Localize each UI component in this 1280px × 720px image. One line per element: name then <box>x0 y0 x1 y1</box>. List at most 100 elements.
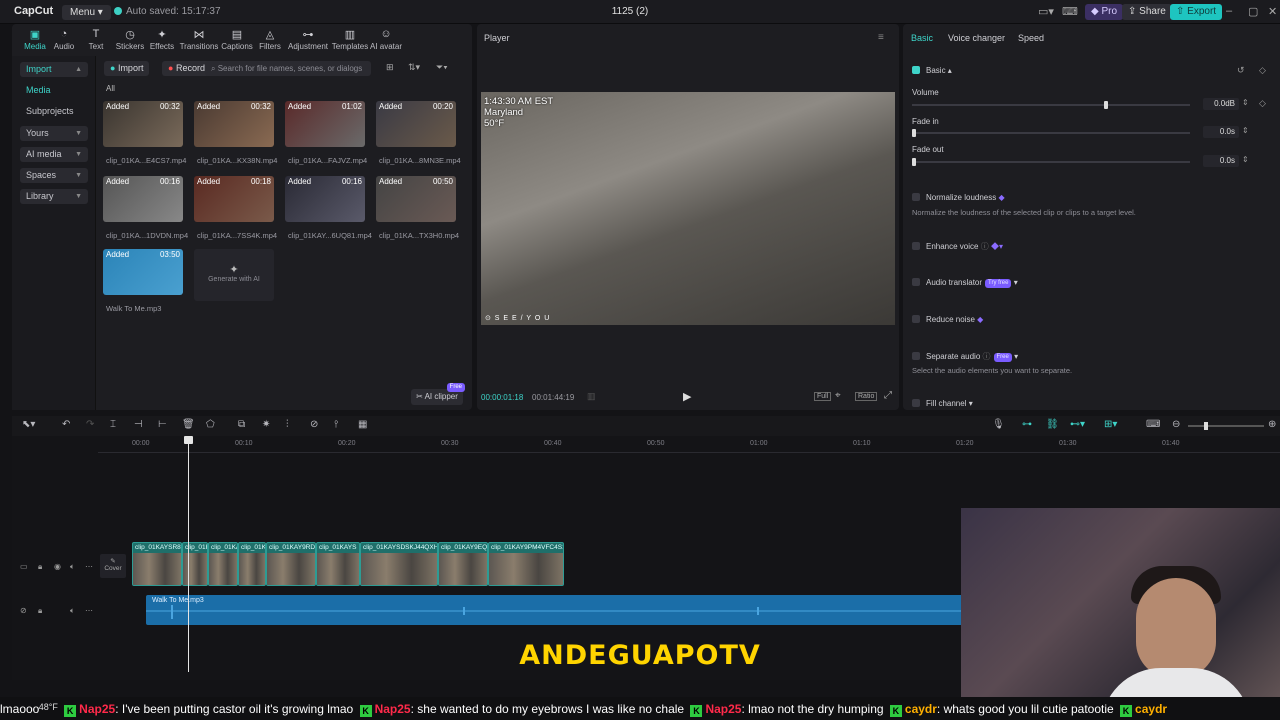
tab-speed[interactable]: Speed <box>1018 33 1044 43</box>
video-clip[interactable]: clip_01KAY9PM4VFC4S1 <box>488 542 564 586</box>
sidebar-item-library[interactable]: Library ▼ <box>20 189 88 204</box>
menu-button[interactable]: Menu ▾ <box>62 5 111 20</box>
grid-view-icon[interactable]: ⊞ <box>386 62 394 73</box>
sidebar-item-media[interactable]: Media <box>20 83 88 98</box>
media-thumbnail[interactable]: Added 01:02 <box>285 101 365 147</box>
lock-icon[interactable]: 🔒︎ <box>38 606 42 616</box>
player-menu-icon[interactable]: ≡ <box>878 32 884 43</box>
zoom-slider[interactable] <box>1188 422 1264 430</box>
video-clip[interactable]: clip_01KAYSDSKJ44QXH <box>360 542 438 586</box>
fade-in-slider[interactable] <box>912 129 1190 137</box>
sidebar-item-ai-media[interactable]: AI media ▼ <box>20 147 88 162</box>
sidebar-item-subprojects[interactable]: Subprojects <box>20 104 88 119</box>
video-clip[interactable]: clip_01KAYS <box>316 542 360 586</box>
sidebar-item-import[interactable]: Import ▲ <box>20 62 88 77</box>
search-input[interactable]: ⌕ Search for file names, scenes, or dial… <box>205 61 371 76</box>
layout-icon[interactable]: ▭▾ <box>1038 5 1054 18</box>
sort-icon[interactable]: ⇅▾ <box>408 62 420 73</box>
fade-in-value[interactable]: 0.0s <box>1203 126 1239 138</box>
volume-value[interactable]: 0.0dB <box>1203 98 1239 110</box>
export-button[interactable]: ⇧ Export <box>1170 4 1223 20</box>
video-clip[interactable]: clip_01KAY9EQ <box>438 542 488 586</box>
keyframe-icon[interactable]: ◇ <box>1259 65 1266 76</box>
reduce-noise-checkbox[interactable] <box>912 315 920 323</box>
reset-icon[interactable]: ↺ <box>1237 65 1245 76</box>
audio-track-icon[interactable]: ⊘ <box>20 606 27 615</box>
shortcuts-icon[interactable]: ⌨ <box>1062 5 1078 18</box>
video-clip[interactable]: clip_01KA <box>182 542 208 586</box>
redo-icon[interactable]: ↷ <box>86 419 94 430</box>
rotate-icon[interactable]: ▦ <box>358 419 367 430</box>
freeze-icon[interactable]: ⫶ <box>286 419 289 430</box>
video-clip[interactable]: clip_01KAY9RD <box>266 542 316 586</box>
video-clip[interactable]: clip_01KAYSR8E <box>132 542 182 586</box>
ratio-button[interactable]: Ratio <box>855 392 878 401</box>
share-button[interactable]: ⇪ Share <box>1122 4 1172 20</box>
fade-out-slider[interactable] <box>912 158 1190 166</box>
volume-keyframe-icon[interactable]: ◇ <box>1259 98 1266 109</box>
cover-button[interactable]: ✎ Cover <box>100 554 126 578</box>
select-tool-icon[interactable]: ⬉▾ <box>22 419 35 430</box>
minimize-icon[interactable]: – <box>1226 5 1232 17</box>
mirror-icon[interactable]: ⫯ <box>334 419 338 430</box>
pro-button[interactable]: ◆ Pro <box>1085 4 1124 20</box>
media-thumbnail[interactable]: Added 00:32 <box>103 101 183 147</box>
mic-icon[interactable]: 🎙 <box>992 419 1005 430</box>
import-button[interactable]: ● Import <box>104 61 150 76</box>
volume-knob[interactable] <box>1103 101 1108 109</box>
tool-ai-avatar[interactable]: ☺ AI avatar <box>363 28 409 51</box>
zoom-in-icon[interactable]: ⊕ <box>1268 419 1276 430</box>
audio-clip[interactable]: Walk To Me.mp3 <box>146 595 968 625</box>
split-left-icon[interactable]: ⊣ <box>134 419 143 430</box>
play-icon[interactable]: ▶ <box>683 390 691 403</box>
normalize-loudness-row[interactable]: Normalize loudness ◆ <box>912 193 1005 202</box>
fade-in-stepper-icon[interactable]: ⇕ <box>1242 126 1249 135</box>
normalize-checkbox[interactable] <box>912 193 920 201</box>
fill-channel-row[interactable]: Fill channel ▾ <box>912 399 973 408</box>
playhead-handle[interactable] <box>184 436 193 444</box>
filter-icon[interactable]: ⏷▾ <box>436 62 448 73</box>
fullscreen-icon[interactable]: ⤢ <box>884 390 892 401</box>
volume-slider[interactable] <box>912 101 1190 109</box>
generate-with-ai-tile[interactable]: ✦ Generate with AI <box>194 249 274 301</box>
maximize-icon[interactable]: ▢ <box>1248 5 1258 18</box>
preview-axis-icon[interactable]: ⊞▾ <box>1104 419 1117 430</box>
mute-icon[interactable]: 🔈︎ <box>70 606 75 616</box>
media-thumbnail[interactable]: Added 00:16 <box>103 176 183 222</box>
video-preview[interactable]: 1:43:30 AM EST Maryland 50°F ⊙ S E E / Y O… <box>481 92 895 325</box>
fill-checkbox[interactable] <box>912 399 920 407</box>
media-thumbnail[interactable]: Added 00:32 <box>194 101 274 147</box>
translator-checkbox[interactable] <box>912 278 920 286</box>
more-icon[interactable]: ⋯ <box>85 562 93 571</box>
zoom-out-icon[interactable]: ⊖ <box>1172 419 1180 430</box>
snap-icon[interactable]: ⊷▾ <box>1070 419 1085 430</box>
timecode-toggle-icon[interactable]: ▥ <box>587 391 596 402</box>
delete-icon[interactable]: 🗑 <box>182 419 195 430</box>
sidebar-item-yours[interactable]: Yours ▼ <box>20 126 88 141</box>
magnet-icon[interactable]: ⊶ <box>1022 419 1032 430</box>
fade-out-knob[interactable] <box>912 158 916 166</box>
enhance-voice-row[interactable]: Enhance voice ⓘ ◆▾ <box>912 241 1003 252</box>
basic-checkbox[interactable] <box>912 66 920 74</box>
audio-translator-row[interactable]: Audio translator Try free ▾ <box>912 278 1018 288</box>
video-clip[interactable]: clip_01KA <box>208 542 238 586</box>
media-thumbnail[interactable]: Added 00:16 <box>285 176 365 222</box>
fade-out-value[interactable]: 0.0s <box>1203 155 1239 167</box>
fade-out-stepper-icon[interactable]: ⇕ <box>1242 155 1249 164</box>
playhead[interactable] <box>184 436 193 672</box>
tool-adjustment[interactable]: ⊶ Adjustment <box>285 28 331 51</box>
lock-icon[interactable]: 🔒︎ <box>38 562 42 572</box>
undo-icon[interactable]: ↶ <box>62 419 70 430</box>
caption-icon[interactable]: ⌨ <box>1146 419 1160 430</box>
mute-icon[interactable]: 🔈︎ <box>70 562 75 572</box>
media-thumbnail[interactable]: Added 00:50 <box>376 176 456 222</box>
ai-clipper-button[interactable]: ✂ AI clipper Free <box>411 383 465 405</box>
record-button[interactable]: ● Record <box>162 61 211 76</box>
ai-effect-icon[interactable]: ⊘ <box>310 419 318 430</box>
full-button[interactable]: Full <box>814 392 832 401</box>
enhance-checkbox[interactable] <box>912 242 920 250</box>
fade-in-knob[interactable] <box>912 129 916 137</box>
separate-checkbox[interactable] <box>912 352 920 360</box>
volume-stepper-icon[interactable]: ⇕ <box>1242 98 1249 107</box>
separate-audio-row[interactable]: Separate audio ⓘ Free ▾ <box>912 351 1018 362</box>
